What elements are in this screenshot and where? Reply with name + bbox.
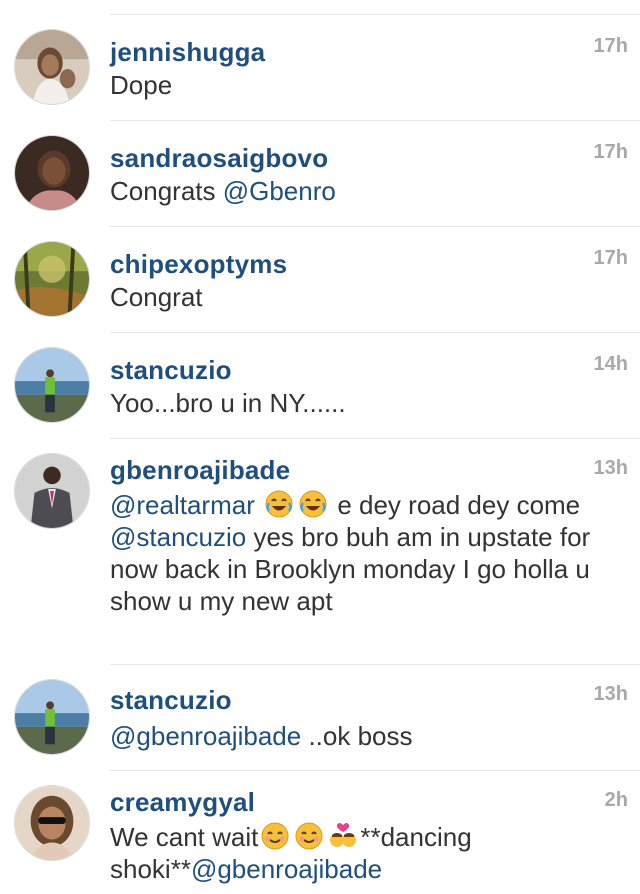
comment-username[interactable]: sandraosaigbovo bbox=[110, 143, 328, 174]
avatar[interactable] bbox=[14, 453, 90, 529]
comment-text: @realtarmar e dey road dey come @stancuz… bbox=[110, 489, 630, 617]
smiling-face-icon bbox=[294, 821, 324, 851]
comment-username[interactable]: gbenroajibade bbox=[110, 455, 290, 486]
comment-username[interactable]: chipexoptyms bbox=[110, 249, 287, 280]
mention-link[interactable]: @stancuzio bbox=[110, 522, 246, 552]
mention-link[interactable]: @Gbenro bbox=[223, 176, 336, 206]
mention-link[interactable]: @gbenroajibade bbox=[110, 721, 301, 751]
comment-text: We cant wait **dancing shoki**@gbenroajib… bbox=[110, 821, 630, 885]
comment-text-part: ..ok boss bbox=[301, 721, 413, 751]
avatar[interactable] bbox=[14, 135, 90, 211]
comment-timestamp: 13h bbox=[593, 683, 628, 705]
comment-text: Dope bbox=[110, 70, 173, 100]
mention-link[interactable]: @realtarmar bbox=[110, 490, 255, 520]
comment-timestamp: 2h bbox=[604, 789, 628, 811]
avatar[interactable] bbox=[14, 29, 90, 105]
tears-of-joy-icon bbox=[264, 489, 294, 519]
avatar[interactable] bbox=[14, 241, 90, 317]
comment-text: Yoo...bro u in NY...... bbox=[110, 388, 346, 418]
comment-item: stancuzio 14h Yoo...bro u in NY...... bbox=[0, 333, 640, 439]
comment-text: @gbenroajibade ..ok boss bbox=[110, 720, 630, 752]
comment-text-part: e dey road dey come bbox=[330, 490, 581, 520]
comment-text: Congrats @Gbenro bbox=[110, 175, 630, 207]
couple-kiss-icon bbox=[328, 821, 358, 851]
smiling-face-icon bbox=[260, 821, 290, 851]
comment-item: chipexoptyms 17h Congrat bbox=[0, 227, 640, 333]
comment-username[interactable]: jennishugga bbox=[110, 37, 265, 68]
comment-item: sandraosaigbovo 17h Congrats @Gbenro bbox=[0, 121, 640, 227]
comment-timestamp: 13h bbox=[593, 457, 628, 479]
comment-text: Congrat bbox=[110, 282, 203, 312]
avatar[interactable] bbox=[14, 785, 90, 861]
comment-item: gbenroajibade 13h @realtarmar e dey road… bbox=[0, 439, 640, 665]
comment-timestamp: 17h bbox=[593, 141, 628, 163]
comment-timestamp: 17h bbox=[593, 35, 628, 57]
comment-username[interactable]: stancuzio bbox=[110, 685, 232, 716]
comment-text-part: Congrats bbox=[110, 176, 223, 206]
avatar[interactable] bbox=[14, 347, 90, 423]
tears-of-joy-icon bbox=[298, 489, 328, 519]
avatar[interactable] bbox=[14, 679, 90, 755]
comment-username[interactable]: creamygyal bbox=[110, 787, 255, 818]
mention-link[interactable]: @gbenroajibade bbox=[191, 854, 382, 884]
comment-timestamp: 17h bbox=[593, 247, 628, 269]
comment-text-part: We cant wait bbox=[110, 822, 259, 852]
comments-list: jennishugga 17h Dope sandraosaigbovo 17h… bbox=[0, 0, 640, 894]
comment-item: jennishugga 17h Dope bbox=[0, 15, 640, 121]
comment-timestamp: 14h bbox=[593, 353, 628, 375]
comment-item: stancuzio 13h @gbenroajibade ..ok boss bbox=[0, 665, 640, 771]
comment-item: creamygyal 2h We cant wait **dancing shok… bbox=[0, 771, 640, 894]
comment-username[interactable]: stancuzio bbox=[110, 355, 232, 386]
